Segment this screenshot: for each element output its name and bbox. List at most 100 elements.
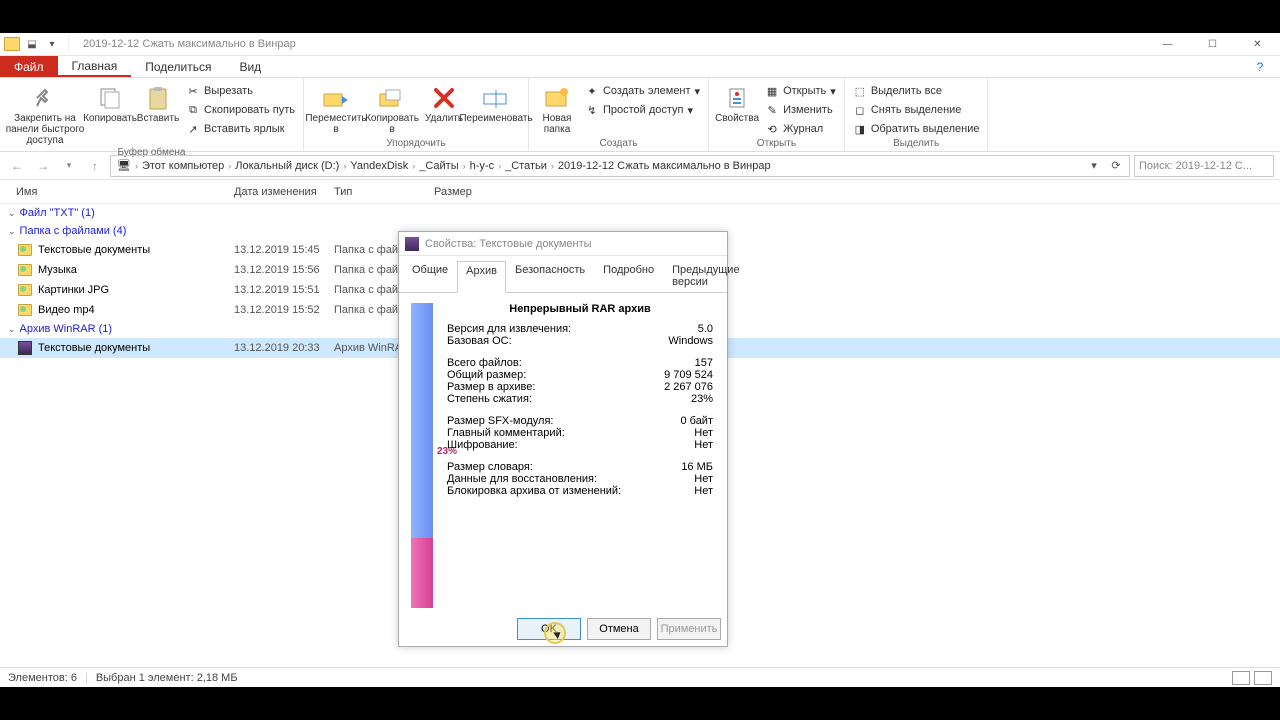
tab-file[interactable]: Файл xyxy=(0,56,58,77)
properties-icon xyxy=(723,84,751,112)
properties-dialog: Свойства: Текстовые документы ОбщиеАрхив… xyxy=(398,231,728,647)
qat-undo-icon[interactable]: ⬓ xyxy=(24,36,40,52)
group-open-label: Открыть xyxy=(713,137,840,151)
move-to-button[interactable]: Переместить в xyxy=(308,80,364,135)
col-type[interactable]: Тип xyxy=(334,186,434,198)
dialog-tab[interactable]: Архив xyxy=(457,261,506,293)
pin-button[interactable]: Закрепить на панели быстрого доступа xyxy=(4,80,86,146)
dialog-tabs: ОбщиеАрхивБезопасностьПодробноПредыдущие… xyxy=(399,256,727,293)
easy-access-button[interactable]: ↯Простой доступ ▾ xyxy=(581,102,704,118)
path-icon: ⧉ xyxy=(186,103,200,117)
breadcrumb-segment[interactable]: YandexDisk xyxy=(346,160,412,172)
back-button[interactable]: ← xyxy=(6,155,28,177)
properties-button[interactable]: Свойства xyxy=(713,80,761,124)
file-date: 13.12.2019 15:45 xyxy=(234,244,334,256)
pin-icon xyxy=(31,84,59,112)
tab-share[interactable]: Поделиться xyxy=(131,56,225,77)
tab-home[interactable]: Главная xyxy=(58,56,132,77)
breadcrumb-segment[interactable]: _Статьи xyxy=(501,160,551,172)
ribbon-help-icon[interactable]: ? xyxy=(1240,56,1280,77)
view-large-icon[interactable] xyxy=(1254,671,1272,685)
breadcrumb-segment[interactable]: h-y-c xyxy=(466,160,498,172)
property-row: Размер SFX-модуля:0 байт xyxy=(447,415,713,427)
property-row: Главный комментарий:Нет xyxy=(447,427,713,439)
edit-icon: ✎ xyxy=(765,103,779,117)
file-date: 13.12.2019 15:52 xyxy=(234,304,334,316)
col-name[interactable]: Имя xyxy=(16,186,234,198)
folder-icon xyxy=(16,242,34,258)
new-item-button[interactable]: ✦Создать элемент ▾ xyxy=(581,83,704,99)
invert-selection-button[interactable]: ◨Обратить выделение xyxy=(849,121,984,137)
rename-button[interactable]: Переименовать xyxy=(468,80,524,124)
paste-icon xyxy=(144,84,172,112)
copy-button[interactable]: Копировать xyxy=(86,80,134,124)
dialog-tab[interactable]: Подробно xyxy=(594,260,663,292)
up-button[interactable]: ↑ xyxy=(84,155,106,177)
copy-icon xyxy=(96,84,124,112)
open-button[interactable]: ▦Открыть ▾ xyxy=(761,83,840,99)
breadcrumb-segment[interactable]: Этот компьютер xyxy=(138,160,228,172)
refresh-icon[interactable]: ⟳ xyxy=(1105,159,1127,172)
breadcrumb[interactable]: 🖥› Этот компьютер›Локальный диск (D:)›Ya… xyxy=(110,155,1130,177)
cut-button[interactable]: ✂Вырезать xyxy=(182,83,299,99)
view-details-icon[interactable] xyxy=(1232,671,1250,685)
property-row: Общий размер:9 709 524 xyxy=(447,369,713,381)
ribbon-tabs: Файл Главная Поделиться Вид ? xyxy=(0,56,1280,78)
pc-icon: 🖥 xyxy=(113,159,135,172)
group-header[interactable]: ⌄Файл "TXT" (1) xyxy=(0,204,1280,222)
breadcrumb-segment[interactable]: _Сайты xyxy=(415,160,462,172)
new-item-icon: ✦ xyxy=(585,84,599,98)
easy-access-icon: ↯ xyxy=(585,103,599,117)
dialog-title: Свойства: Текстовые документы xyxy=(425,238,592,250)
file-date: 13.12.2019 15:56 xyxy=(234,264,334,276)
history-icon: ⟲ xyxy=(765,122,779,136)
column-headers[interactable]: Имя Дата изменения Тип Размер xyxy=(0,180,1280,204)
minimize-button[interactable]: — xyxy=(1145,33,1190,56)
copy-path-button[interactable]: ⧉Скопировать путь xyxy=(182,102,299,118)
title-bar: ⬓ ▾ 2019-12-12 Сжать максимально в Винра… xyxy=(0,33,1280,56)
col-size[interactable]: Размер xyxy=(434,186,514,198)
status-items: Элементов: 6 xyxy=(8,672,77,684)
history-button[interactable]: ⟲Журнал xyxy=(761,121,840,137)
delete-icon xyxy=(430,84,458,112)
dialog-tab[interactable]: Предыдущие версии xyxy=(663,260,748,292)
cancel-button[interactable]: Отмена xyxy=(587,618,651,640)
recent-button[interactable]: ▾ xyxy=(58,155,80,177)
edit-button[interactable]: ✎Изменить xyxy=(761,102,840,118)
copy-to-button[interactable]: Копировать в xyxy=(364,80,420,135)
close-button[interactable]: ✕ xyxy=(1235,33,1280,56)
qat-redo-icon[interactable]: ▾ xyxy=(44,36,60,52)
folder-icon xyxy=(16,302,34,318)
new-folder-button[interactable]: Новая папка xyxy=(533,80,581,135)
folder-icon xyxy=(16,262,34,278)
search-input[interactable]: Поиск: 2019-12-12 С... xyxy=(1134,155,1274,177)
breadcrumb-segment[interactable]: 2019-12-12 Сжать максимально в Винрар xyxy=(554,160,775,172)
paste-button[interactable]: Вставить xyxy=(134,80,182,124)
dialog-tab[interactable]: Общие xyxy=(403,260,457,292)
file-name: Видео mp4 xyxy=(38,304,234,316)
file-name: Текстовые документы xyxy=(38,244,234,256)
property-row: Базовая ОС:Windows xyxy=(447,335,713,347)
status-bar: Элементов: 6 | Выбран 1 элемент: 2,18 МБ xyxy=(0,667,1280,687)
maximize-button[interactable]: ☐ xyxy=(1190,33,1235,56)
tab-view[interactable]: Вид xyxy=(225,56,275,77)
property-row: Размер в архиве:2 267 076 xyxy=(447,381,713,393)
forward-button[interactable]: → xyxy=(32,155,54,177)
compression-bar xyxy=(411,303,433,608)
ok-button[interactable]: OK xyxy=(517,618,581,640)
col-date[interactable]: Дата изменения xyxy=(234,186,334,198)
property-row: Шифрование:Нет xyxy=(447,439,713,451)
property-row: Степень сжатия:23% xyxy=(447,393,713,405)
breadcrumb-segment[interactable]: Локальный диск (D:) xyxy=(231,160,343,172)
status-selection: Выбран 1 элемент: 2,18 МБ xyxy=(96,672,238,684)
dialog-tab[interactable]: Безопасность xyxy=(506,260,594,292)
group-organize-label: Упорядочить xyxy=(308,137,524,151)
select-all-button[interactable]: ⬚Выделить все xyxy=(849,83,984,99)
paste-shortcut-button[interactable]: ↗Вставить ярлык xyxy=(182,121,299,137)
select-none-button[interactable]: ◻Снять выделение xyxy=(849,102,984,118)
file-name: Музыка xyxy=(38,264,234,276)
breadcrumb-dropdown-icon[interactable]: ▾ xyxy=(1083,159,1105,172)
window-title: 2019-12-12 Сжать максимально в Винрар xyxy=(83,38,296,50)
apply-button[interactable]: Применить xyxy=(657,618,721,640)
archive-type-header: Непрерывный RAR архив xyxy=(447,303,713,315)
